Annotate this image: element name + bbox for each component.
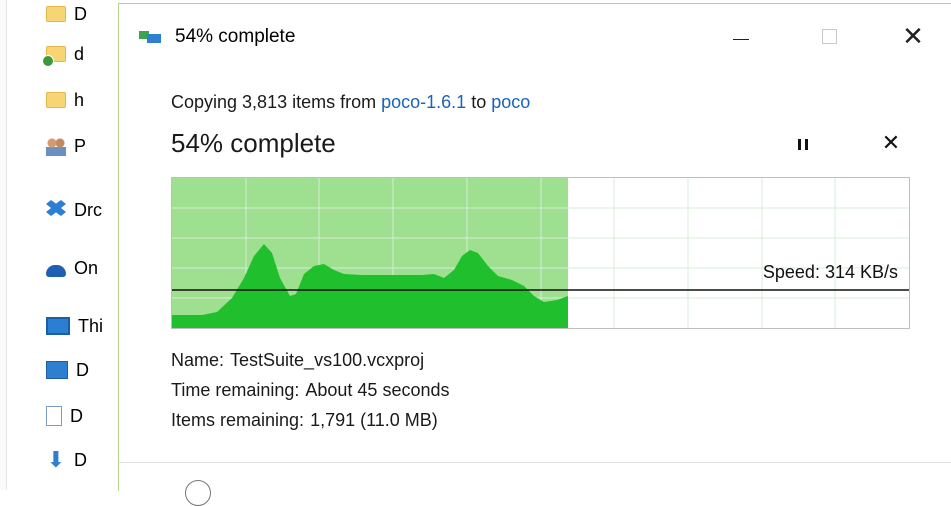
speed-label: Speed: 314 KB/s <box>762 262 898 282</box>
nav-item-folder-2[interactable]: d <box>42 40 85 68</box>
explorer-scroll-edge <box>0 0 7 490</box>
nav-item-onedrive[interactable]: On <box>46 254 98 282</box>
nav-item-label: Thi <box>78 315 104 336</box>
nav-item-folder-3[interactable]: h <box>46 86 84 114</box>
file-copy-icon <box>139 29 161 43</box>
downloads-icon: ⬇ <box>46 447 66 472</box>
onedrive-icon <box>46 265 66 277</box>
nav-item-documents[interactable]: D <box>46 402 83 430</box>
people-icon <box>46 136 66 156</box>
dialog-titlebar[interactable]: 54% complete ✕ <box>119 4 951 66</box>
details-separator <box>119 462 951 463</box>
time-label: Time remaining: <box>171 380 300 400</box>
close-button[interactable]: ✕ <box>891 16 935 56</box>
time-value: About 45 seconds <box>305 380 450 400</box>
nav-item-folder-1[interactable]: D <box>46 0 87 28</box>
destination-folder-link[interactable]: poco <box>491 92 530 112</box>
time-remaining: Time remaining: About 45 seconds <box>171 380 449 401</box>
dialog-title: 54% complete <box>175 26 296 47</box>
nav-item-downloads[interactable]: ⬇ D <box>46 446 87 474</box>
source-folder-link[interactable]: poco-1.6.1 <box>381 92 466 112</box>
close-icon: ✕ <box>902 20 924 51</box>
documents-icon <box>46 406 62 426</box>
maximize-button[interactable] <box>807 16 851 56</box>
cancel-copy-button[interactable]: ✕ <box>879 130 903 156</box>
desktop-icon <box>46 361 68 379</box>
this-pc-icon <box>46 317 70 335</box>
transfer-speed-graph: Speed: 314 KB/s <box>171 177 910 329</box>
nav-item-desktop[interactable]: D <box>46 356 89 384</box>
nav-item-label: D <box>74 3 87 24</box>
dropbox-icon <box>46 200 66 216</box>
nav-item-label: D <box>76 359 89 380</box>
nav-item-label: D <box>74 449 87 470</box>
more-details-toggle[interactable] <box>185 480 211 506</box>
copy-summary: Copying 3,813 items from poco-1.6.1 to p… <box>171 92 530 113</box>
nav-item-label: h <box>74 89 85 110</box>
minimize-button[interactable] <box>719 16 763 56</box>
minimize-icon <box>733 38 749 40</box>
items-remaining: Items remaining: 1,791 (11.0 MB) <box>171 410 438 431</box>
nav-item-label: Drc <box>74 199 102 220</box>
current-file-name: Name: TestSuite_vs100.vcxproj <box>171 350 424 371</box>
nav-item-this-pc[interactable]: Thi <box>46 312 103 340</box>
copy-middle: to <box>471 92 487 112</box>
nav-item-label: On <box>74 257 99 278</box>
speed-graph-canvas <box>172 178 909 328</box>
nav-item-people[interactable]: P <box>46 132 86 160</box>
nav-item-label: d <box>74 43 85 64</box>
folder-sync-icon <box>42 46 66 67</box>
copy-progress-dialog: 54% complete ✕ Copying 3,813 items from … <box>118 3 951 506</box>
folder-icon <box>46 6 66 22</box>
pause-icon <box>798 138 808 150</box>
name-label: Name: <box>171 350 225 370</box>
copy-prefix: Copying 3,813 items from <box>171 92 377 112</box>
maximize-icon <box>821 28 837 44</box>
nav-item-label: D <box>70 405 83 426</box>
nav-item-label: P <box>74 135 87 156</box>
items-label: Items remaining: <box>171 410 305 430</box>
nav-item-dropbox[interactable]: Drc <box>46 196 102 224</box>
pause-button[interactable] <box>791 132 815 156</box>
items-value: 1,791 (11.0 MB) <box>310 410 438 430</box>
name-value: TestSuite_vs100.vcxproj <box>230 350 425 370</box>
folder-icon <box>46 92 66 108</box>
progress-heading: 54% complete <box>171 128 336 158</box>
